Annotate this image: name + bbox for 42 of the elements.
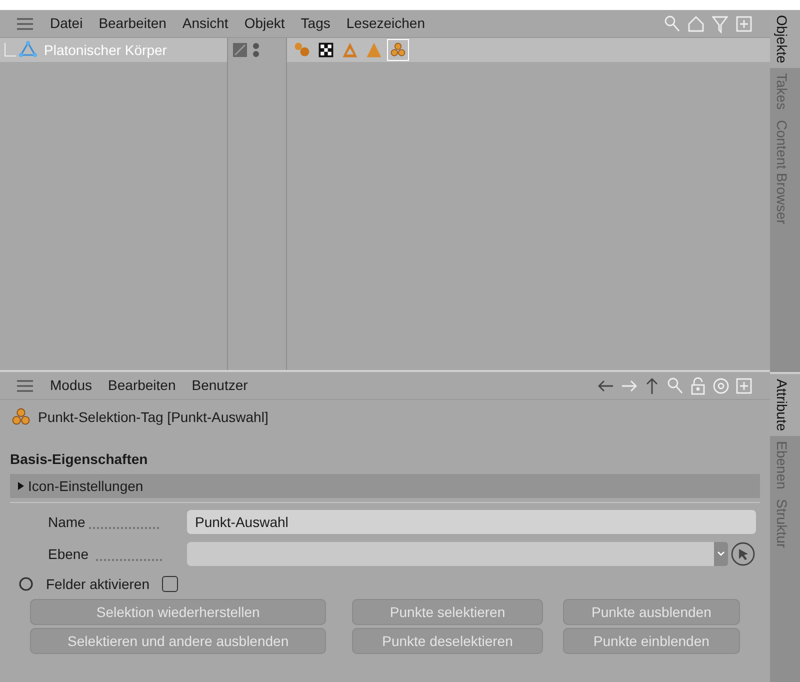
menu-icon[interactable] — [16, 16, 34, 30]
tree-line-icon — [4, 43, 16, 57]
field-label: Felder aktivieren — [46, 574, 150, 594]
menu-item[interactable]: Bearbeiten — [98, 13, 166, 34]
add-panel-icon[interactable] — [734, 14, 754, 34]
tag-title: Punkt-Selektion-Tag [Punkt-Auswahl] — [38, 408, 268, 427]
side-tab[interactable]: Objekte — [770, 10, 800, 68]
field-label: Name — [48, 512, 86, 532]
menu-item[interactable]: Objekt — [244, 13, 285, 34]
radio-circle-icon[interactable] — [18, 576, 34, 592]
side-tab[interactable]: Attribute — [770, 374, 800, 436]
search-icon[interactable] — [662, 14, 682, 34]
menu-item[interactable]: Modus — [50, 375, 92, 396]
leader-line — [96, 558, 162, 560]
layer-field[interactable] — [187, 542, 714, 566]
points-icon[interactable] — [387, 39, 409, 61]
search-icon[interactable] — [665, 376, 685, 396]
menu-item[interactable]: Benutzer — [192, 375, 248, 396]
dropdown-button[interactable] — [714, 542, 728, 566]
chevron-down-icon — [717, 551, 725, 557]
menu-icon[interactable] — [16, 378, 34, 392]
target-icon[interactable] — [711, 376, 731, 396]
group-label: Icon-Einstellungen — [28, 476, 144, 496]
object-name: Platonischer Körper — [44, 40, 167, 60]
visibility-dots-icon[interactable] — [252, 42, 260, 58]
fields-checkbox[interactable] — [162, 576, 178, 592]
menu-item[interactable]: Bearbeiten — [108, 375, 176, 396]
home-icon[interactable] — [686, 14, 706, 34]
filter-icon[interactable] — [710, 14, 730, 34]
section-heading: Basis-Eigenschaften — [10, 450, 148, 469]
add-panel-icon[interactable] — [734, 376, 754, 396]
menu-item[interactable]: Ansicht — [182, 13, 228, 34]
leader-line — [89, 526, 160, 528]
layer-swatch-icon[interactable] — [232, 42, 248, 58]
menu-item[interactable]: Tags — [300, 13, 330, 34]
menu-item[interactable]: Datei — [50, 13, 83, 34]
disclosure-triangle-icon — [18, 482, 24, 490]
name-field[interactable]: Punkt-Auswahl — [187, 510, 756, 534]
field-label: Ebene — [48, 544, 88, 564]
platonic-solid-icon — [18, 40, 38, 60]
menu-item[interactable]: Lesezeichen — [346, 13, 425, 34]
group-header[interactable]: Icon-Einstellungen — [10, 474, 760, 498]
